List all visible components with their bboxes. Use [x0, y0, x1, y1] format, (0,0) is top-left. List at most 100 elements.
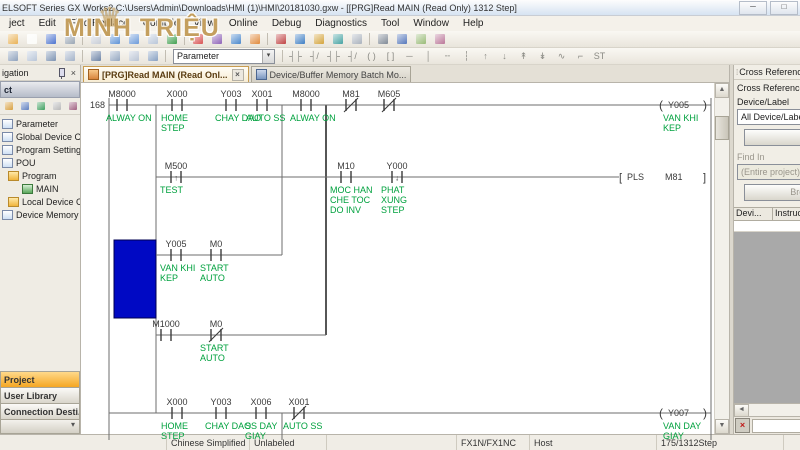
tree-item-program[interactable]: Program	[0, 169, 80, 182]
device-list-icon[interactable]	[87, 48, 104, 64]
tree-item-program-setting[interactable]: Program Setting	[0, 143, 80, 156]
filter-icon[interactable]	[50, 99, 64, 113]
menu-item-project[interactable]: ject	[2, 18, 32, 29]
delete-filter-icon[interactable]: ×	[735, 418, 750, 433]
menu-item-compile[interactable]: Compile	[136, 18, 187, 29]
save-project-icon[interactable]	[42, 31, 59, 47]
window-cascade-icon[interactable]	[106, 48, 123, 64]
falling-pulse-icon[interactable]: ↓	[496, 48, 513, 64]
application-instruction-icon[interactable]: [ ]	[382, 48, 399, 64]
tab-prg-read-main[interactable]: [PRG]Read MAIN (Read Onl... ×	[83, 66, 249, 82]
navigation-window-icon[interactable]	[4, 48, 21, 64]
menu-item-tool[interactable]: Tool	[374, 18, 406, 29]
view-button-user-library[interactable]: User Library	[0, 387, 80, 403]
print-icon[interactable]	[61, 31, 78, 47]
view-switcher-overflow[interactable]: ▾	[0, 419, 80, 434]
view-button-connection-destination[interactable]: Connection Desti...	[0, 403, 80, 419]
menu-item-find-replace[interactable]: Find/Replace	[63, 18, 136, 29]
build-icon[interactable]	[393, 31, 410, 47]
rising-pulse-branch-icon[interactable]: ↟	[515, 48, 532, 64]
vertical-line-icon[interactable]: │	[420, 48, 437, 64]
coil-icon[interactable]: ( )	[363, 48, 380, 64]
program-check-icon[interactable]	[374, 31, 391, 47]
delete-vertical-line-icon[interactable]: ┆	[458, 48, 475, 64]
device-comment: GIAY	[663, 431, 684, 440]
find-button[interactable]: Find	[744, 129, 800, 146]
minimize-button[interactable]: ─	[739, 1, 767, 15]
tab-close-icon[interactable]: ×	[232, 69, 244, 81]
new-project-icon[interactable]	[4, 31, 21, 47]
menu-item-help[interactable]: Help	[456, 18, 491, 29]
sort-icon[interactable]	[34, 99, 48, 113]
edge-recognition-icon[interactable]: ⌐	[572, 48, 589, 64]
undo-icon[interactable]	[144, 31, 161, 47]
open-project-icon[interactable]	[23, 31, 40, 47]
invert-operation-icon[interactable]: ∿	[553, 48, 570, 64]
function-list-icon[interactable]	[23, 48, 40, 64]
ladder-diagram[interactable]: 168M8000ALWAY ONX000HOMESTEPY003CHAY DAO…	[81, 83, 719, 440]
menu-item-diagnostics[interactable]: Diagnostics	[308, 18, 374, 29]
verify-with-plc-icon[interactable]	[227, 31, 244, 47]
stop-monitoring-icon[interactable]	[310, 31, 327, 47]
tree-item-device-memory[interactable]: Device Memory	[0, 208, 80, 221]
close-branch-icon[interactable]: ┤/	[344, 48, 361, 64]
tree-item-label: Parameter	[16, 119, 58, 129]
open-branch-icon[interactable]: ┤├	[325, 48, 342, 64]
cut-icon[interactable]	[87, 31, 104, 47]
remote-run-icon[interactable]	[246, 31, 263, 47]
close-icon[interactable]: ×	[69, 68, 78, 78]
read-from-plc-icon[interactable]	[208, 31, 225, 47]
navigation-section-header[interactable]: ct	[0, 81, 80, 98]
chevron-down-icon[interactable]: ▾	[262, 50, 274, 63]
inline-st-icon[interactable]: ST	[591, 48, 608, 64]
buffer-memory-monitor-icon[interactable]	[348, 31, 365, 47]
menu-item-online[interactable]: Online	[222, 18, 265, 29]
ladder-canvas[interactable]: 168M8000ALWAY ONX000HOMESTEPY003CHAY DAO…	[81, 83, 714, 434]
delete-horizontal-line-icon[interactable]: ╌	[439, 48, 456, 64]
panel-input-strip[interactable]	[752, 419, 800, 433]
tree-item-main[interactable]: MAIN	[0, 182, 80, 195]
find-in-combobox[interactable]: (Entire project) ▾	[737, 164, 800, 180]
device-label-combobox[interactable]: All Device/Label ▾	[737, 109, 800, 125]
tree-item-label: Device Memory	[16, 210, 79, 220]
grid-header-device[interactable]: Devi...	[734, 208, 773, 220]
window-tile-icon[interactable]	[125, 48, 142, 64]
rebuild-all-icon[interactable]	[412, 31, 429, 47]
panel-horizontal-scrollbar[interactable]: ◄	[734, 403, 800, 416]
open-contact-icon[interactable]: ┤├	[287, 48, 304, 64]
redo-icon[interactable]	[163, 31, 180, 47]
tree-item-local-device-comment[interactable]: Local Device Comment	[0, 195, 80, 208]
zoom-window-icon[interactable]	[144, 48, 161, 64]
online-program-change-icon[interactable]	[431, 31, 448, 47]
maximize-button[interactable]: □	[770, 1, 798, 15]
cross-reference-window-icon[interactable]	[61, 48, 78, 64]
write-to-plc-icon[interactable]	[189, 31, 206, 47]
start-monitoring-icon[interactable]	[291, 31, 308, 47]
menu-item-edit[interactable]: Edit	[32, 18, 63, 29]
tree-item-pou[interactable]: POU	[0, 156, 80, 169]
ladder-toolbar: Parameter▾┤├┤/┤├┤/( )[ ]─│╌┆↑↓↟↡∿⌐ST	[0, 48, 800, 65]
device-batch-monitor-icon[interactable]	[329, 31, 346, 47]
menu-item-window[interactable]: Window	[406, 18, 456, 29]
copy-icon[interactable]	[106, 31, 123, 47]
paste-icon[interactable]	[125, 31, 142, 47]
collapse-all-icon[interactable]	[18, 99, 32, 113]
rising-pulse-icon[interactable]: ↑	[477, 48, 494, 64]
project-settings-icon[interactable]	[66, 99, 80, 113]
pin-icon[interactable]	[59, 68, 65, 77]
horizontal-line-icon[interactable]: ─	[401, 48, 418, 64]
tree-item-global-device-comment[interactable]: Global Device Comment	[0, 130, 80, 143]
close-contact-icon[interactable]: ┤/	[306, 48, 323, 64]
grid-header-instruction[interactable]: Instruct	[773, 208, 800, 220]
tree-item-parameter[interactable]: Parameter	[0, 117, 80, 130]
menu-item-view[interactable]: View	[186, 18, 222, 29]
tab-device-buffer-memory[interactable]: Device/Buffer Memory Batch Mo...	[251, 66, 412, 82]
falling-pulse-branch-icon[interactable]: ↡	[534, 48, 551, 64]
remote-stop-icon[interactable]	[272, 31, 289, 47]
parameter-combobox[interactable]: Parameter▾	[173, 49, 275, 64]
output-window-icon[interactable]	[42, 48, 59, 64]
menu-item-debug[interactable]: Debug	[265, 18, 308, 29]
browse-button[interactable]: Browse...	[744, 184, 800, 201]
expand-all-icon[interactable]	[2, 99, 16, 113]
view-button-project[interactable]: Project	[0, 371, 80, 387]
